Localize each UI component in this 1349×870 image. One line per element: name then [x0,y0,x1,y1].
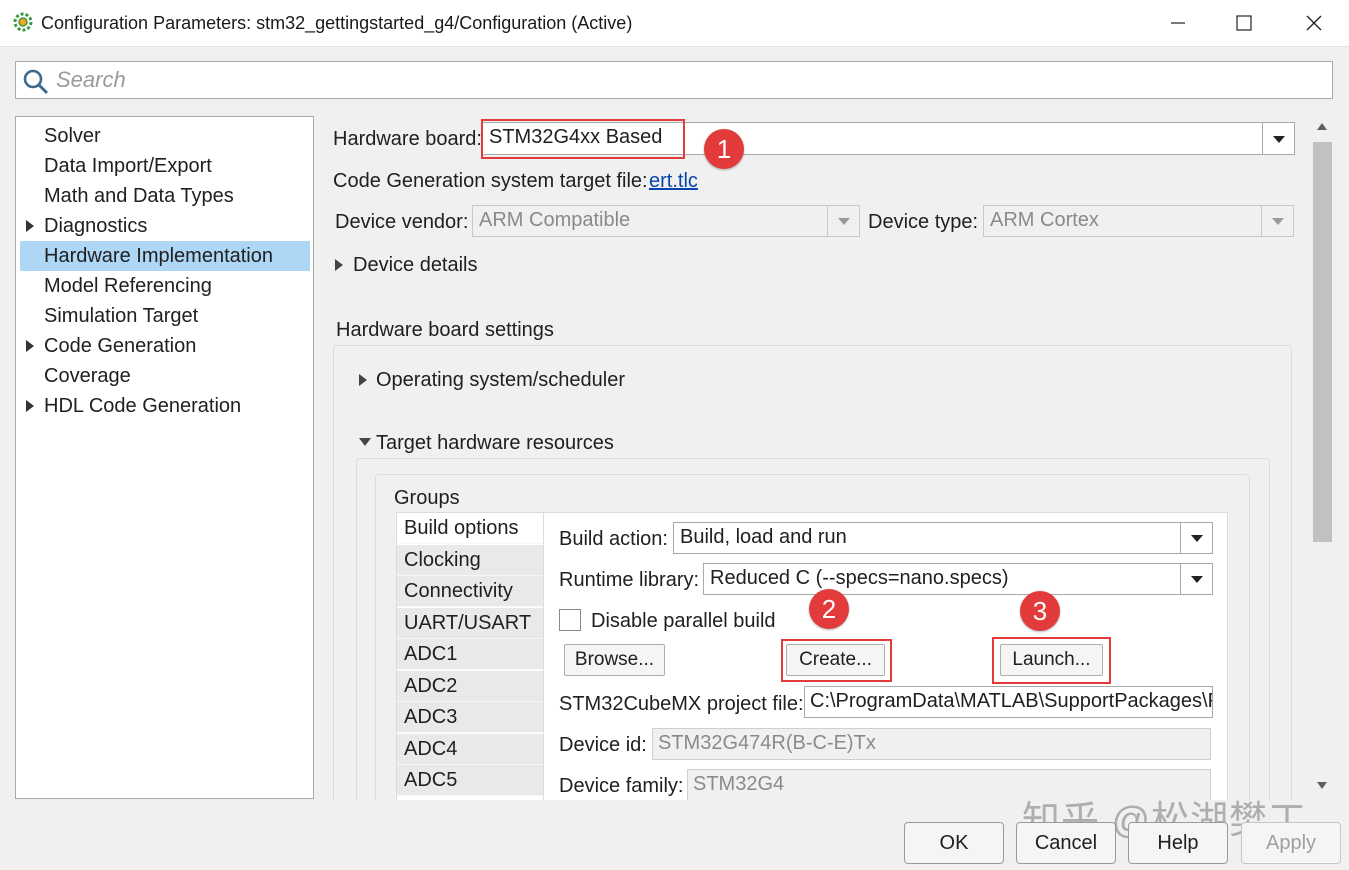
device-family-value: STM32G4 [693,773,785,795]
title-bar: Configuration Parameters: stm32_gettings… [0,0,1349,47]
group-item[interactable]: Clocking [397,544,543,576]
target-file-label: Code Generation system target file: [333,170,648,192]
tree-item-label: Solver [44,125,101,147]
simulink-config-icon [13,12,33,32]
tree-item[interactable]: Data Import/Export [20,151,310,181]
scrollbar-thumb[interactable] [1313,142,1332,542]
device-details-label: Device details [353,254,478,276]
tree-item-label: Simulation Target [44,305,199,327]
groups-list: Build options Clocking Connectivity UART/US… [396,512,544,800]
ok-button[interactable]: OK [904,822,1004,864]
expand-arrow-icon[interactable] [26,400,34,412]
group-item[interactable]: ADC2 [397,670,543,702]
maximize-button[interactable] [1211,0,1277,46]
annotation-box-2 [781,639,892,682]
tree-item-label: HDL Code Generation [44,395,242,417]
expand-arrow-icon[interactable] [26,220,34,232]
group-item[interactable]: Build options [397,513,543,544]
annotation-badge-1: 1 [704,129,744,169]
minimize-icon [1171,22,1185,24]
tree-item-label: Diagnostics [44,215,148,237]
tree-item[interactable]: Model Referencing [20,271,310,301]
annotation-box-3 [992,637,1111,684]
tree-item-label: Math and Data Types [44,185,234,207]
expand-arrow-icon [359,374,367,386]
device-id-value: STM32G474R(B-C-E)Tx [658,732,876,754]
tree-item[interactable]: Coverage [20,361,310,391]
expand-arrow-icon[interactable] [26,340,34,352]
cubemx-file-value: C:\ProgramData\MATLAB\SupportPackages\F [810,690,1213,712]
tree-item[interactable]: Math and Data Types [20,181,310,211]
apply-button[interactable]: Apply [1241,822,1341,864]
build-action-label: Build action: [559,528,668,550]
device-id-label: Device id: [559,734,647,756]
maximize-icon [1236,15,1252,31]
cancel-button[interactable]: Cancel [1016,822,1116,864]
group-item[interactable]: ADC5 [397,765,543,796]
device-family-label: Device family: [559,775,684,797]
build-action-value: Build, load and run [680,526,847,548]
close-button[interactable] [1281,0,1347,46]
hardware-board-label: Hardware board: [333,128,482,150]
group-item[interactable]: ADC4 [397,733,543,765]
chevron-down-icon[interactable] [827,206,859,236]
scroll-up-icon[interactable] [1316,122,1328,132]
annotation-badge-3: 3 [1020,591,1060,631]
group-item[interactable]: Connectivity [397,576,543,607]
chevron-down-icon[interactable] [1261,206,1293,236]
tree-item[interactable]: Simulation Target [20,301,310,331]
target-file-link[interactable]: ert.tlc [649,170,698,193]
annotation-box-1 [481,119,685,159]
disable-parallel-checkbox[interactable] [559,609,581,631]
tree-item-label: Code Generation [44,335,197,357]
cubemx-file-input[interactable]: C:\ProgramData\MATLAB\SupportPackages\F [804,686,1213,718]
tree-item-label: Coverage [44,365,131,387]
tree-item-label: Hardware Implementation [44,245,273,267]
help-button[interactable]: Help [1128,822,1228,864]
expand-arrow-icon [335,259,343,271]
device-type-label: Device type: [868,211,979,233]
board-settings-heading: Hardware board settings [336,319,554,341]
close-icon [1306,15,1322,31]
runtime-library-value: Reduced C (--specs=nano.specs) [710,567,1009,589]
tree-item-label: Data Import/Export [44,155,212,177]
group-item[interactable]: ADC3 [397,702,543,733]
annotation-badge-2: 2 [809,589,849,629]
group-item[interactable]: UART/USART [397,607,543,639]
chevron-down-icon[interactable] [1180,564,1212,594]
tree-item[interactable]: Solver [20,121,310,151]
build-action-select[interactable]: Build, load and run [673,522,1213,554]
device-type-select[interactable]: ARM Cortex [983,205,1294,237]
category-tree: Solver Data Import/Export Math and Data Ty… [15,116,314,799]
device-vendor-value: ARM Compatible [479,209,631,231]
window-title: Configuration Parameters: stm32_gettings… [41,13,633,33]
browse-button[interactable]: Browse... [564,644,665,676]
collapse-arrow-icon [359,438,371,446]
hardware-implementation-pane: Hardware board: STM32G4xx Based 1 Code G… [322,116,1308,800]
group-item[interactable]: ADC1 [397,639,543,670]
search-box[interactable] [15,61,1333,99]
chevron-down-icon[interactable] [1262,123,1294,154]
runtime-library-label: Runtime library: [559,569,700,591]
target-resources-label: Target hardware resources [376,432,614,454]
runtime-library-select[interactable]: Reduced C (--specs=nano.specs) [703,563,1213,595]
chevron-down-icon[interactable] [1180,523,1212,553]
tree-item-label: Model Referencing [44,275,212,297]
cubemx-file-label: STM32CubeMX project file: [559,693,804,715]
tree-item[interactable]: Code Generation [20,331,310,361]
tree-item[interactable]: Hardware Implementation [20,241,310,271]
search-input[interactable] [56,66,1316,94]
minimize-button[interactable] [1145,0,1211,46]
os-scheduler-label: Operating system/scheduler [376,369,626,391]
disable-parallel-label: Disable parallel build [591,610,776,632]
device-type-value: ARM Cortex [990,209,1099,231]
device-vendor-select[interactable]: ARM Compatible [472,205,860,237]
device-vendor-label: Device vendor: [335,211,469,233]
tree-item[interactable]: HDL Code Generation [20,391,310,421]
search-icon [23,69,49,95]
scroll-down-icon[interactable] [1316,780,1328,790]
groups-label: Groups [394,487,460,509]
tree-item[interactable]: Diagnostics [20,211,310,241]
device-id-input: STM32G474R(B-C-E)Tx [652,728,1211,760]
